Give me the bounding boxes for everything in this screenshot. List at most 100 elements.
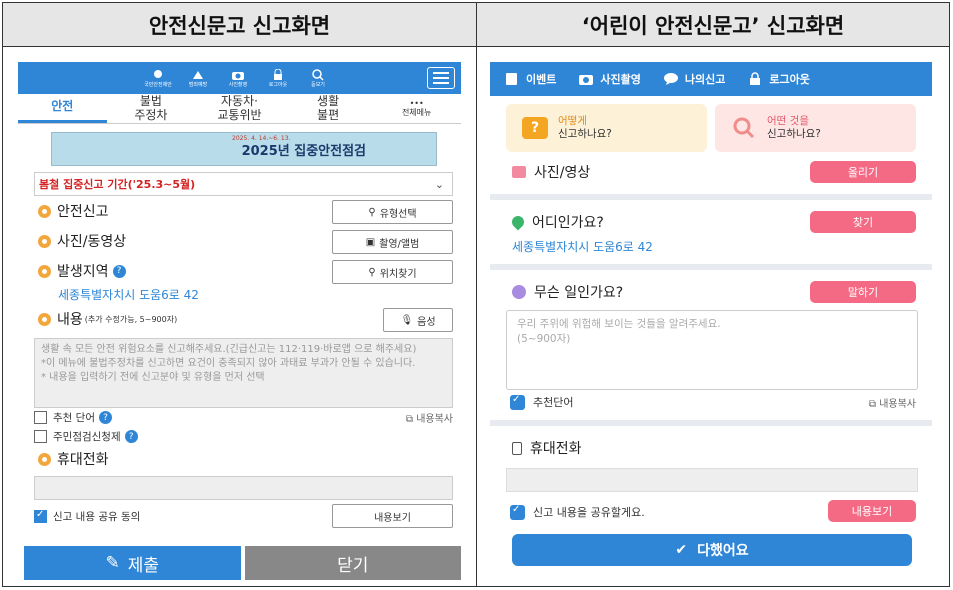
content-row: 내용 (추가 수정가능, 5~900자) 🎙 음성 bbox=[18, 304, 461, 334]
magnifier-icon[interactable]: 돋보기 bbox=[298, 68, 338, 88]
search-icon bbox=[731, 117, 757, 139]
document-icon bbox=[506, 73, 517, 85]
checkbox-checked[interactable] bbox=[510, 394, 525, 410]
section-divider bbox=[490, 420, 932, 426]
phone-row: 휴대전화 bbox=[18, 446, 461, 472]
proposal-icon[interactable]: 국민안전제안 bbox=[138, 69, 178, 88]
safety-report-screen: 국민안전제안 범죄예방 사진촬영 로그아웃 돋보기 안전 불법 주정차 자동차·… bbox=[18, 62, 461, 582]
photo-label: 사진/동영상 bbox=[57, 234, 127, 250]
content-row: 무슨 일인가요? 말하기 bbox=[490, 276, 932, 308]
recommend-word-checkbox[interactable]: 추천 단어 ? ⧉ 내용복사 bbox=[18, 408, 461, 427]
copy-content-button[interactable]: ⧉ 내용복사 bbox=[869, 395, 916, 410]
voice-button[interactable]: 🎙 음성 bbox=[383, 308, 453, 332]
recommend-word-checkbox[interactable]: 추천단어 ⧉ 내용복사 bbox=[490, 390, 932, 414]
help-icon[interactable]: ? bbox=[112, 264, 126, 278]
type-select-button[interactable]: ⚲ 유형선택 bbox=[332, 200, 453, 224]
top-bar: 국민안전제안 범죄예방 사진촬영 로그아웃 돋보기 bbox=[18, 62, 461, 94]
where-label: 어디인가요? bbox=[532, 215, 604, 231]
top-menu-bar: 이벤트 사진촬영 나의신고 로그아웃 bbox=[490, 62, 932, 96]
chat-icon bbox=[663, 73, 678, 85]
location-row: 어디인가요? 찾기 bbox=[490, 206, 932, 238]
image-icon bbox=[512, 166, 526, 178]
tab-all-menu[interactable]: ••• 전체메뉴 bbox=[372, 94, 461, 123]
location-row: 발생지역 ? ⚲ 위치찾기 bbox=[18, 256, 461, 286]
submit-button[interactable]: ✎ 제출 bbox=[24, 546, 241, 580]
menu-logout[interactable]: 로그아웃 bbox=[747, 71, 810, 87]
camera-icon[interactable]: 사진촬영 bbox=[218, 69, 258, 88]
content-textarea[interactable]: 우리 주위에 위험해 보이는 것들을 알려주세요. (5~900자) bbox=[506, 310, 918, 390]
checkbox[interactable] bbox=[34, 430, 47, 443]
upload-button[interactable]: 올리기 bbox=[810, 161, 916, 183]
help-icon[interactable]: ? bbox=[124, 430, 138, 443]
chevron-down-icon: ⌄ bbox=[434, 177, 444, 191]
pin-icon bbox=[509, 213, 527, 231]
share-consent-checkbox[interactable]: 신고 내용 공유 동의 내용보기 bbox=[18, 500, 461, 532]
section-bullet-icon bbox=[38, 234, 51, 248]
bottom-bar: ✎ 제출 닫기 bbox=[24, 546, 461, 580]
checkbox-checked[interactable] bbox=[34, 509, 47, 523]
section-bullet-icon bbox=[38, 452, 51, 466]
campaign-banner[interactable]: 2025. 4. 14.~6. 13. 2025년 집중안전점검 bbox=[51, 132, 437, 166]
camera-album-button[interactable]: ▣ 촬영/앨범 bbox=[332, 230, 453, 254]
logout-icon[interactable]: 로그아웃 bbox=[258, 68, 298, 88]
what-label: 무슨 일인가요? bbox=[534, 285, 624, 301]
how-to-report-card[interactable]: ? 어떻게 신고하나요? bbox=[506, 104, 707, 152]
address-text: 세종특별자치시 도움6로 42 bbox=[58, 288, 199, 302]
copy-content-button[interactable]: ⧉ 내용복사 bbox=[406, 410, 453, 425]
phone-label: 휴대전화 bbox=[57, 452, 109, 468]
tab-traffic-violation[interactable]: 자동차· 교통위반 bbox=[195, 94, 284, 123]
find-location-button[interactable]: ⚲ 위치찾기 bbox=[332, 260, 453, 284]
camera-icon bbox=[579, 75, 594, 85]
safety-report-row: 안전신고 ⚲ 유형선택 bbox=[18, 196, 461, 226]
phone-input[interactable] bbox=[34, 476, 453, 500]
view-content-button[interactable]: 내용보기 bbox=[332, 504, 453, 528]
phone-label: 휴대전화 bbox=[530, 441, 582, 457]
share-consent-checkbox[interactable]: 신고 내용을 공유할게요. 내용보기 bbox=[490, 500, 932, 524]
section-bullet-icon bbox=[38, 264, 51, 278]
menu-my-reports[interactable]: 나의신고 bbox=[663, 71, 725, 87]
section-divider bbox=[490, 194, 932, 200]
photo-row: 사진/동영상 ▣ 촬영/앨범 bbox=[18, 226, 461, 256]
photo-row: 사진/영상 올리기 bbox=[490, 156, 932, 188]
copy-icon: ⧉ bbox=[868, 398, 880, 410]
tab-safety[interactable]: 안전 bbox=[18, 94, 107, 123]
right-column-header: ‘어린이 안전신문고’ 신고화면 bbox=[477, 3, 949, 47]
view-content-button[interactable]: 내용보기 bbox=[828, 500, 916, 522]
question-icon: ? bbox=[522, 117, 548, 139]
left-column-header: 안전신문고 신고화면 bbox=[3, 3, 476, 47]
category-tabs: 안전 불법 주정차 자동차· 교통위반 생활 불편 ••• 전체메뉴 bbox=[18, 94, 461, 124]
section-bullet-icon bbox=[38, 204, 51, 218]
help-cards: ? 어떻게 신고하나요? 어떤 것을 신고하나요? bbox=[490, 96, 932, 152]
speak-button[interactable]: 말하기 bbox=[810, 281, 916, 303]
photo-label: 사진/영상 bbox=[534, 165, 591, 181]
phone-icon bbox=[512, 441, 522, 455]
menu-camera[interactable]: 사진촬영 bbox=[578, 71, 641, 87]
find-button[interactable]: 찾기 bbox=[810, 211, 916, 233]
column-divider bbox=[476, 2, 477, 587]
content-textarea[interactable]: 생활 속 모든 안전 위험요소를 신고해주세요.(긴급신고는 112·119·바… bbox=[34, 338, 453, 408]
checkbox[interactable] bbox=[34, 411, 47, 424]
checkbox-checked[interactable] bbox=[510, 504, 525, 520]
person-icon: ⚲ bbox=[368, 206, 376, 218]
lock-icon bbox=[750, 72, 761, 85]
image-icon: ▣ bbox=[365, 236, 376, 248]
phone-input[interactable] bbox=[506, 468, 918, 492]
tab-illegal-parking[interactable]: 불법 주정차 bbox=[107, 94, 196, 123]
resident-request-checkbox[interactable]: 주민점검신청제 ? bbox=[18, 427, 461, 446]
phone-row: 휴대전화 bbox=[490, 432, 932, 464]
what-to-report-card[interactable]: 어떤 것을 신고하나요? bbox=[715, 104, 916, 152]
period-select[interactable]: 봄철 집중신고 기간('25.3~5월) ⌄ bbox=[34, 172, 453, 196]
content-label: 내용 bbox=[57, 312, 83, 328]
tab-living-inconvenience[interactable]: 생활 불편 bbox=[284, 94, 373, 123]
check-icon: ✔ bbox=[675, 542, 688, 558]
hamburger-menu-icon[interactable] bbox=[427, 67, 455, 89]
banner-date: 2025. 4. 14.~6. 13. bbox=[232, 135, 291, 142]
section-bullet-icon bbox=[38, 312, 51, 326]
help-icon[interactable]: ? bbox=[98, 411, 112, 424]
menu-event[interactable]: 이벤트 bbox=[504, 71, 556, 87]
crime-prevention-icon[interactable]: 범죄예방 bbox=[178, 69, 218, 88]
close-button[interactable]: 닫기 bbox=[244, 546, 461, 580]
submit-icon: ✎ bbox=[105, 553, 120, 573]
safety-report-label: 안전신고 bbox=[57, 204, 109, 220]
done-button[interactable]: ✔ 다했어요 bbox=[512, 534, 912, 566]
